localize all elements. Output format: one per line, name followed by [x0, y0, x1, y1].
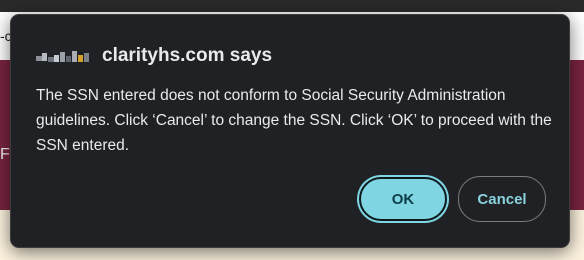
dialog-message: The SSN entered does not conform to Soci…	[36, 87, 552, 154]
js-confirm-dialog: clarityhs.com says The SSN entered does …	[10, 14, 570, 248]
site-logo-icon	[36, 49, 96, 63]
ok-button[interactable]: OK	[359, 177, 447, 221]
cancel-button[interactable]: Cancel	[458, 176, 546, 222]
dialog-title-text: clarityhs.com says	[102, 45, 273, 66]
page-banner-text: F	[0, 146, 10, 163]
dialog-title: clarityhs.com says	[36, 45, 272, 67]
browser-top-bar	[0, 0, 584, 12]
